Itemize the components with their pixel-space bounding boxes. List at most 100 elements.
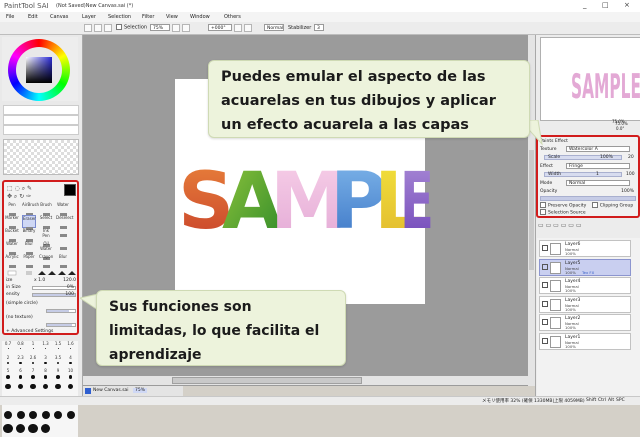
brush-size-cell[interactable] bbox=[2, 409, 14, 420]
layer-tool-icons[interactable]: ▭ ▭ ▭ ▭ ▭ ▭ bbox=[538, 222, 638, 236]
color-slider-row[interactable] bbox=[3, 115, 79, 125]
tool-button[interactable]: Marker bbox=[5, 215, 19, 229]
brush-size-cell[interactable]: 6 bbox=[15, 368, 27, 379]
menu-others[interactable]: Others bbox=[224, 14, 241, 20]
selection-checkbox[interactable] bbox=[116, 24, 122, 30]
brush-shape-slider[interactable] bbox=[6, 308, 76, 314]
tool-button[interactable]: Deselect bbox=[56, 215, 73, 229]
width-row[interactable]: Width 1 100 bbox=[540, 171, 636, 178]
brush-size-cell[interactable] bbox=[27, 422, 39, 434]
brush-size-cell[interactable]: 1.6 bbox=[65, 341, 77, 352]
brush-size-cell[interactable] bbox=[65, 382, 77, 393]
rotation-field[interactable]: +000° bbox=[208, 24, 232, 31]
brush-size-cell[interactable]: 9 bbox=[52, 368, 64, 379]
menu-window[interactable]: Window bbox=[190, 14, 210, 20]
brush-size-cell[interactable] bbox=[15, 422, 27, 434]
brush-size-cell[interactable]: 8 bbox=[40, 368, 52, 379]
menu-file[interactable]: File bbox=[6, 14, 14, 20]
layer-row[interactable]: Layer2 Normal 100% bbox=[539, 314, 631, 331]
tool-button[interactable]: Crayon bbox=[39, 254, 53, 268]
brush-size-cell[interactable] bbox=[40, 382, 52, 393]
opacity-slider[interactable] bbox=[540, 195, 636, 202]
visibility-eye-icon[interactable] bbox=[542, 300, 548, 307]
brush-texture-slider[interactable] bbox=[6, 322, 76, 328]
paints-effect-header[interactable]: Paints Effect bbox=[540, 138, 636, 145]
min-size-row[interactable]: in Size 0% bbox=[6, 285, 76, 291]
layer-row[interactable]: Layer3 Normal 100% bbox=[539, 295, 631, 313]
effect-select[interactable]: Fringe bbox=[566, 163, 630, 169]
brush-size-cell[interactable]: 3.5 bbox=[52, 355, 64, 366]
move-tools-icons[interactable]: ✥ ⌕ ↻ ✑ bbox=[7, 193, 55, 200]
menu-layer[interactable]: Layer bbox=[82, 14, 96, 20]
tool-button[interactable]: Blur bbox=[56, 254, 70, 268]
tool-button[interactable]: Pen bbox=[5, 202, 19, 216]
preserve-opacity-checkbox[interactable] bbox=[540, 202, 546, 208]
visibility-eye-icon[interactable] bbox=[542, 282, 548, 288]
brush-size-cell[interactable]: 1.5 bbox=[52, 341, 64, 352]
menu-canvas[interactable]: Canvas bbox=[50, 14, 68, 20]
brush-size-cell[interactable]: 5 bbox=[2, 368, 14, 379]
brush-size-cell[interactable]: 10 bbox=[65, 368, 77, 379]
vertical-scroll-thumb[interactable] bbox=[529, 150, 534, 270]
brush-size-cell[interactable]: 3 bbox=[40, 355, 52, 366]
brush-size-cell[interactable] bbox=[2, 422, 14, 434]
color-slider-row[interactable] bbox=[3, 105, 79, 115]
visibility-eye-icon[interactable] bbox=[542, 245, 548, 251]
brush-size-cell[interactable]: 2.3 bbox=[15, 355, 27, 366]
blend-mode-select[interactable]: Normal bbox=[264, 24, 284, 31]
canvas-tab[interactable]: New Canvas.sai 75% bbox=[83, 386, 183, 396]
brush-size-cell[interactable]: 2 bbox=[2, 355, 14, 366]
size-multiplier[interactable]: x 1.0 bbox=[34, 278, 45, 284]
deselect-icon[interactable] bbox=[104, 24, 112, 32]
menu-selection[interactable]: Selection bbox=[108, 14, 131, 20]
tool-button[interactable]: Water bbox=[56, 202, 70, 216]
tool-button[interactable]: Oil Water bbox=[39, 241, 53, 260]
stabilizer-select[interactable]: 3 bbox=[314, 24, 324, 31]
scale-row[interactable]: Scale 100% 20 bbox=[540, 154, 636, 161]
brush-size-cell[interactable]: 0.7 bbox=[2, 341, 14, 352]
tool-button[interactable]: Eraser bbox=[22, 215, 36, 230]
redo-icon[interactable] bbox=[94, 24, 102, 32]
tool-button[interactable] bbox=[56, 241, 70, 254]
visibility-eye-icon[interactable] bbox=[542, 337, 548, 344]
advanced-settings-toggle[interactable]: + Advanced Settings bbox=[6, 329, 76, 335]
horizontal-scroll-thumb[interactable] bbox=[172, 377, 362, 384]
zoom-in-icon[interactable] bbox=[182, 24, 190, 32]
tool-button[interactable] bbox=[56, 228, 70, 241]
layer-row[interactable]: Layer6 Normal 100% bbox=[539, 240, 631, 257]
selection-tools-icons[interactable]: ⬚ ◌ ⌕ ✎ bbox=[7, 185, 55, 192]
visibility-eye-icon[interactable] bbox=[542, 263, 548, 270]
primary-color-swatch[interactable] bbox=[64, 184, 76, 196]
tool-button[interactable]: Bucket bbox=[5, 228, 19, 242]
brush-size-cell[interactable] bbox=[40, 422, 52, 434]
rotate-left-icon[interactable] bbox=[234, 24, 242, 32]
brush-size-cell[interactable]: 1.3 bbox=[40, 341, 52, 352]
layer-row[interactable]: Layer5 Normal 100% Tex FX bbox=[539, 258, 631, 276]
brush-size-cell[interactable]: 0.8 bbox=[15, 341, 27, 352]
texture-select[interactable]: Watercolor A bbox=[566, 146, 630, 152]
menu-view[interactable]: View bbox=[166, 14, 178, 20]
menu-filter[interactable]: Filter bbox=[142, 14, 154, 20]
brush-size-cell[interactable] bbox=[40, 409, 52, 420]
mode-select[interactable]: Normal bbox=[566, 180, 630, 186]
opacity-row[interactable]: Opacity 100% bbox=[540, 188, 636, 195]
brush-size-cell[interactable] bbox=[2, 382, 14, 393]
close-button[interactable]: × bbox=[624, 1, 630, 9]
tool-button[interactable]: Ink Pen bbox=[39, 228, 53, 247]
tool-button[interactable]: Paper bbox=[22, 254, 36, 268]
scratchpad[interactable] bbox=[3, 139, 79, 175]
tool-button[interactable]: Water bbox=[5, 241, 19, 255]
minimize-button[interactable]: _ bbox=[583, 1, 587, 9]
brush-texture-select[interactable]: (no texture) bbox=[6, 315, 76, 321]
brush-size-cell[interactable] bbox=[15, 409, 27, 420]
brush-size-cell[interactable] bbox=[52, 409, 64, 420]
tool-button[interactable]: Blur bbox=[22, 241, 36, 255]
brush-size-cell[interactable] bbox=[27, 409, 39, 420]
navigator-preview[interactable]: SAMPLE 75.0% bbox=[540, 37, 640, 126]
zoom-field[interactable]: 75% bbox=[150, 24, 170, 31]
brush-size-cell[interactable]: 1 bbox=[27, 341, 39, 352]
brush-size-cell[interactable] bbox=[52, 382, 64, 393]
visibility-eye-icon[interactable] bbox=[542, 319, 548, 325]
brush-shape-select[interactable]: (simple circle) bbox=[6, 301, 76, 307]
brush-size-cell[interactable]: 2.6 bbox=[27, 355, 39, 366]
